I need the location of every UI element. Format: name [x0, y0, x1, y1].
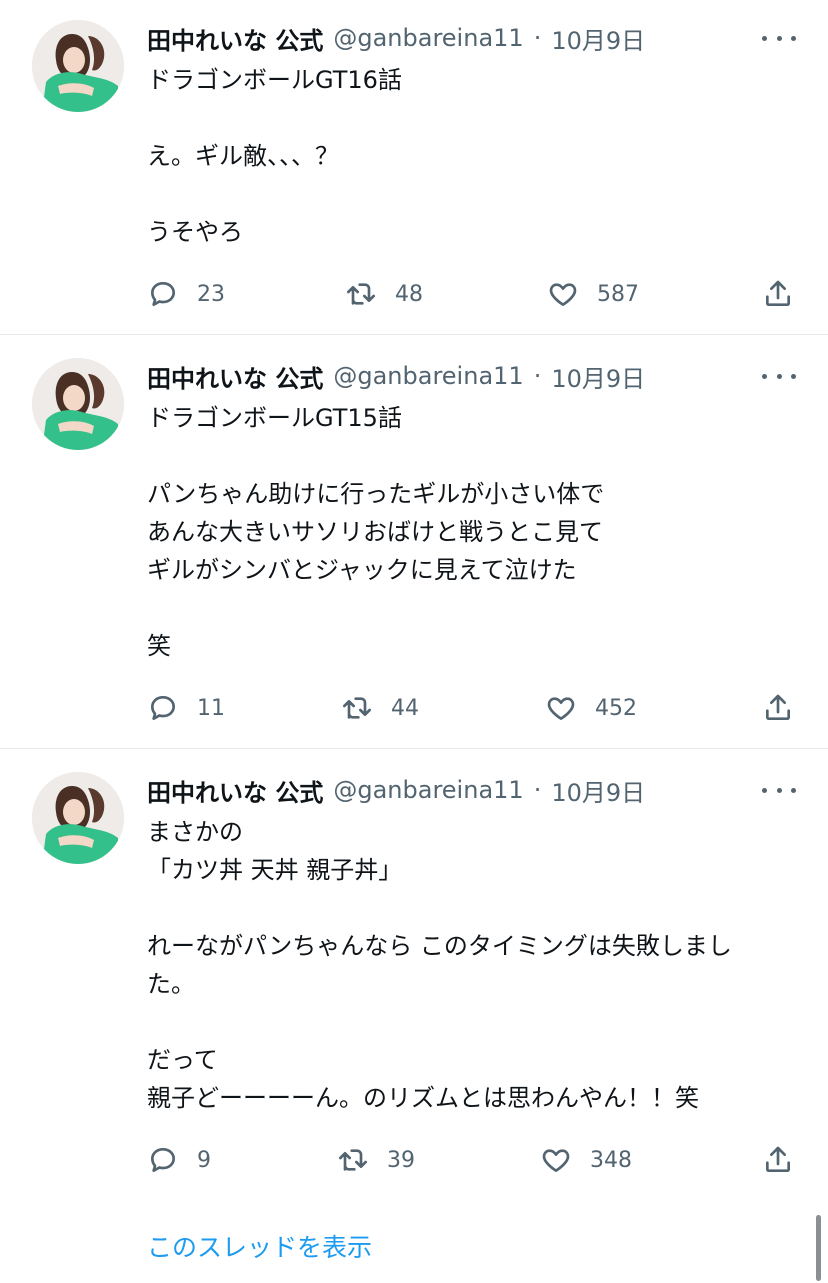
tweet-header: 田中れいな 公式 @ganbareina11 · 10月9日 [147, 770, 645, 810]
share-button[interactable] [762, 1140, 794, 1180]
retweet-icon [347, 283, 375, 305]
like-button[interactable]: 587 [547, 274, 639, 314]
like-count: 452 [595, 695, 637, 721]
share-button[interactable] [762, 688, 794, 728]
heart-icon [547, 697, 575, 720]
retweet-button[interactable]: 44 [341, 688, 419, 728]
retweet-count: 44 [391, 695, 419, 721]
divider [0, 748, 828, 749]
author-name[interactable]: 田中れいな 公式 [147, 773, 323, 808]
tweet-date[interactable]: 10月9日 [551, 359, 645, 394]
like-button[interactable]: 348 [540, 1140, 632, 1180]
separator: · [533, 24, 542, 52]
reply-button[interactable]: 9 [147, 1140, 211, 1180]
like-button[interactable]: 452 [545, 688, 637, 728]
retweet-count: 39 [387, 1147, 415, 1173]
author-handle[interactable]: @ganbareina11 [333, 362, 523, 390]
retweet-button[interactable]: 48 [345, 274, 423, 314]
reply-count: 9 [197, 1147, 211, 1173]
like-count: 587 [597, 281, 639, 307]
share-icon [766, 694, 790, 720]
author-handle[interactable]: @ganbareina11 [333, 24, 523, 52]
reply-button[interactable]: 23 [147, 274, 225, 314]
tweet-text: ドラゴンボールGT15話 パンちゃん助けに行ったギルが小さい体で あんな大きいサ… [147, 404, 605, 660]
share-icon [766, 280, 790, 306]
scrollbar[interactable] [816, 1215, 821, 1281]
reply-count: 11 [197, 695, 225, 721]
separator: · [533, 776, 542, 804]
heart-icon [549, 283, 577, 306]
author-name[interactable]: 田中れいな 公式 [147, 21, 323, 56]
show-thread-link[interactable]: このスレッドを表示 [147, 1228, 372, 1264]
share-icon [766, 1146, 790, 1172]
tweet-actions: 9 39 348 [147, 1140, 797, 1180]
reply-icon [151, 1148, 175, 1172]
author-name[interactable]: 田中れいな 公式 [147, 359, 323, 394]
separator: · [533, 362, 542, 390]
retweet-icon [339, 1149, 367, 1171]
tweet-text: まさかの 「カツ丼 天丼 親子丼」 れーながパンちゃんなら このタイミングは失敗… [147, 818, 732, 1112]
retweet-count: 48 [395, 281, 423, 307]
reply-icon [151, 696, 175, 720]
tweet-text: ドラゴンボールGT16話 え。ギル敵、、、？ うそやろ [147, 66, 402, 246]
reply-button[interactable]: 11 [147, 688, 225, 728]
tweet-header: 田中れいな 公式 @ganbareina11 · 10月9日 [147, 18, 645, 58]
retweet-icon [343, 697, 371, 719]
avatar[interactable] [32, 358, 124, 450]
tweet[interactable]: 田中れいな 公式 @ganbareina11 · 10月9日 ドラゴンボールGT… [0, 18, 828, 334]
more-icon[interactable] [762, 366, 796, 386]
tweet[interactable]: 田中れいな 公式 @ganbareina11 · 10月9日 ドラゴンボールGT… [0, 356, 828, 746]
avatar[interactable] [32, 20, 124, 112]
more-icon[interactable] [762, 28, 796, 48]
tweet-date[interactable]: 10月9日 [551, 773, 645, 808]
reply-icon [151, 282, 175, 306]
reply-count: 23 [197, 281, 225, 307]
author-handle[interactable]: @ganbareina11 [333, 776, 523, 804]
avatar[interactable] [32, 772, 124, 864]
tweet-header: 田中れいな 公式 @ganbareina11 · 10月9日 [147, 356, 645, 396]
retweet-button[interactable]: 39 [337, 1140, 415, 1180]
heart-icon [542, 1149, 570, 1172]
like-count: 348 [590, 1147, 632, 1173]
divider [0, 334, 828, 335]
tweet-actions: 11 44 452 [147, 688, 797, 728]
tweet[interactable]: 田中れいな 公式 @ganbareina11 · 10月9日 まさかの 「カツ丼… [0, 770, 828, 1210]
more-icon[interactable] [762, 780, 796, 800]
tweet-date[interactable]: 10月9日 [551, 21, 645, 56]
share-button[interactable] [762, 274, 794, 314]
tweet-actions: 23 48 587 [147, 274, 797, 314]
